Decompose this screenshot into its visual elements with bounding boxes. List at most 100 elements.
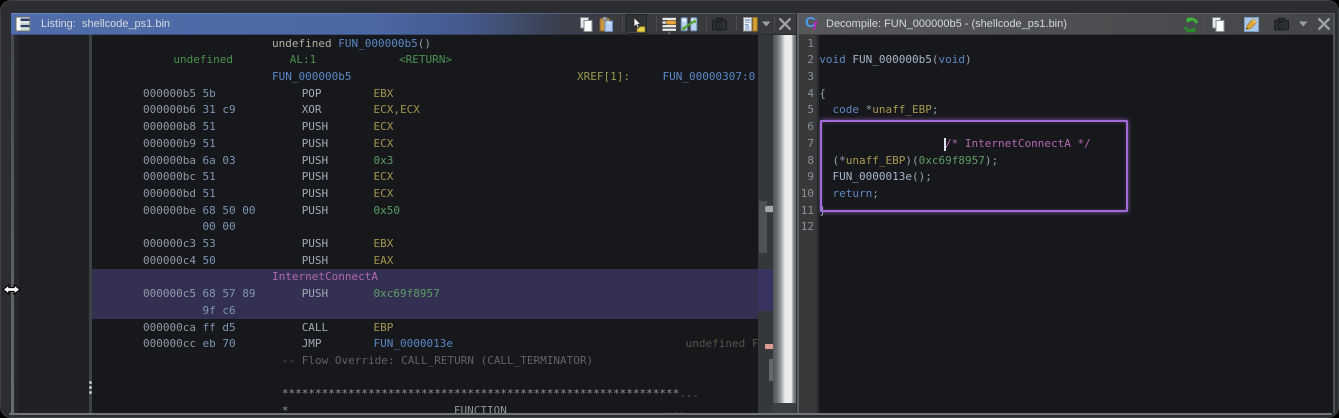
- listing-field: undefined F: [686, 336, 758, 353]
- token-bytes: 31 c9: [202, 103, 236, 117]
- listing-row[interactable]: 000000bc 51 PUSH ECX: [92, 169, 758, 186]
- listing-title: Listing: shellcode_ps1.bin: [41, 18, 171, 30]
- listing-content[interactable]: undefined FUN_000000b5() undefined AL:1 <RE…: [92, 35, 758, 413]
- listing-row[interactable]: 000000c4 50 PUSH EAX: [92, 253, 758, 270]
- listing-field: ****************************************…: [282, 386, 699, 403]
- close-icon[interactable]: [1316, 16, 1334, 34]
- token-reg: EBX: [373, 86, 394, 100]
- listing-field: 51: [203, 119, 216, 136]
- token-imm: 0x50: [373, 203, 401, 217]
- token-pn: ): [965, 53, 972, 67]
- refresh-icon[interactable]: [1182, 16, 1200, 34]
- token-reg: EBP: [373, 320, 394, 334]
- token-kw: void: [938, 53, 966, 67]
- listing-marker-margin[interactable]: [758, 35, 778, 413]
- listing-row[interactable]: 000000ca ff d5 CALL EBP: [92, 320, 758, 337]
- token-sig: undefined: [272, 36, 339, 50]
- decompile-line[interactable]: {: [819, 86, 1334, 103]
- listing-row[interactable]: * FUNCTION...: [92, 403, 758, 413]
- listing-row[interactable]: undefined AL:1 <RETURN>: [92, 52, 758, 69]
- listing-field: 00 00: [203, 219, 236, 236]
- listing-header[interactable]: Listing: shellcode_ps1.bin: [11, 13, 796, 35]
- listing-row[interactable]: 000000ba 6a 03 PUSH 0x3: [92, 153, 758, 170]
- paste-icon[interactable]: [598, 16, 616, 34]
- token-fn: FUN_00000307:0: [662, 70, 756, 83]
- token-reg: EAX: [373, 253, 394, 267]
- listing-row[interactable]: InternetConnectA: [92, 269, 758, 286]
- decompile-line[interactable]: [819, 36, 1334, 53]
- decompile-line[interactable]: [819, 69, 1334, 86]
- listing-field: EBX: [374, 86, 394, 103]
- token-addr: 000000c4: [143, 253, 196, 267]
- listing-field: undefined FUN_000000b5(): [272, 36, 431, 53]
- listing-row[interactable]: 000000bd 51 PUSH ECX: [92, 186, 758, 203]
- listing-row[interactable]: 000000b8 51 PUSH ECX: [92, 119, 758, 136]
- listing-field: eb 70: [203, 336, 236, 353]
- listing-row[interactable]: 000000b6 31 c9 XOR ECX,ECX: [92, 102, 758, 119]
- listing-field: *: [282, 403, 289, 413]
- listing-field: 000000c3: [143, 236, 196, 253]
- decompile-title: Decompile: FUN_000000b5 - (shellcode_ps1…: [826, 18, 1067, 30]
- listing-field: undefined: [173, 52, 233, 69]
- token-dots: ...: [679, 387, 700, 401]
- listing-row[interactable]: 000000c5 68 57 89 PUSH 0xc69f8957: [92, 286, 758, 303]
- token-addr: 000000b6: [143, 103, 196, 117]
- listing-field: AL:1: [290, 52, 317, 69]
- listing-row[interactable]: 00 00: [92, 219, 758, 236]
- decompiler-icon: Cf: [805, 14, 820, 33]
- token-bytes: 00 00: [202, 220, 236, 234]
- listing-row[interactable]: 000000b5 5b POP EBX: [92, 86, 758, 103]
- snapshot-icon[interactable]: [711, 16, 729, 34]
- toggle-panel-icon[interactable]: [742, 16, 760, 34]
- token-bytes: 6a 03: [202, 153, 236, 167]
- listing-scrollbar-thumb[interactable]: [773, 35, 796, 403]
- decompile-line[interactable]: void FUN_000000b5(void): [819, 52, 1334, 69]
- decompile-right-border: [1333, 13, 1335, 413]
- listing-row[interactable]: undefined FUN_000000b5(): [92, 36, 758, 53]
- decompile-code: void FUN_000000b5(void): [819, 52, 971, 69]
- snapshot-icon[interactable]: [1273, 16, 1291, 34]
- listing-field: InternetConnectA: [272, 269, 378, 286]
- listing-field: 0xc69f8957: [374, 286, 440, 303]
- diff-view-icon[interactable]: [680, 16, 698, 34]
- listing-field: FUNCTION: [454, 403, 507, 413]
- copy-icon[interactable]: [578, 16, 596, 34]
- copy-icon[interactable]: [1210, 16, 1228, 34]
- token-addr: 000000ca: [143, 320, 196, 334]
- listing-row[interactable]: ****************************************…: [92, 386, 758, 403]
- listing-row[interactable]: -- Flow Override: CALL_RETURN (CALL_TERM…: [92, 353, 758, 370]
- token-dvar: unaff_EBP: [872, 103, 932, 117]
- cursor-marker-icon[interactable]: [626, 14, 647, 34]
- token-mn: PUSH: [301, 237, 329, 250]
- decompile-code: {: [819, 86, 826, 103]
- token-dim2: undefined F: [685, 337, 758, 351]
- token-mn: POP: [301, 86, 322, 100]
- token-mn: PUSH: [301, 203, 329, 217]
- edit-fields-icon[interactable]: [661, 16, 679, 34]
- token-bytes: 51: [202, 120, 216, 134]
- listing-row[interactable]: 000000c3 53 PUSH EBX: [92, 236, 758, 253]
- listing-row[interactable]: 9f c6: [92, 303, 758, 320]
- edit-icon[interactable]: [1243, 16, 1261, 34]
- listing-field: 000000c5: [143, 286, 196, 303]
- decompile-line[interactable]: code *unaff_EBP;: [819, 102, 1334, 119]
- listing-row[interactable]: 000000b9 51 PUSH ECX: [92, 136, 758, 153]
- token-addr: 000000bd: [143, 186, 196, 200]
- close-icon[interactable]: [777, 16, 795, 34]
- token-grey: ****************************************…: [281, 387, 680, 401]
- token-bytes: 68 50 00: [202, 203, 256, 217]
- listing-field: 51: [203, 186, 216, 203]
- listing-row[interactable]: 000000be 68 50 00 PUSH 0x50: [92, 203, 758, 220]
- token-mn: JMP: [301, 337, 322, 351]
- decompile-header[interactable]: Cf Decompile: FUN_000000b5 - (shellcode_…: [799, 13, 1333, 35]
- token-imm: 0xc69f8957: [373, 287, 440, 301]
- listing-field: 6a 03: [203, 153, 236, 170]
- decompile-line-number: 9: [807, 170, 814, 184]
- decompile-content[interactable]: void FUN_000000b5(void) {code *unaff_EBP;…: [818, 35, 1334, 413]
- listing-row[interactable]: FUN_000000b5 XREF[1]: FUN_00000307:0: [92, 69, 758, 86]
- listing-field: 000000cc: [143, 336, 196, 353]
- decompile-line[interactable]: [819, 219, 1334, 236]
- listing-scrollbar[interactable]: [773, 35, 796, 413]
- listing-row[interactable]: 000000cc eb 70 JMP FUN_0000013e undefined F: [92, 336, 758, 353]
- toolbar-separator: [656, 16, 657, 31]
